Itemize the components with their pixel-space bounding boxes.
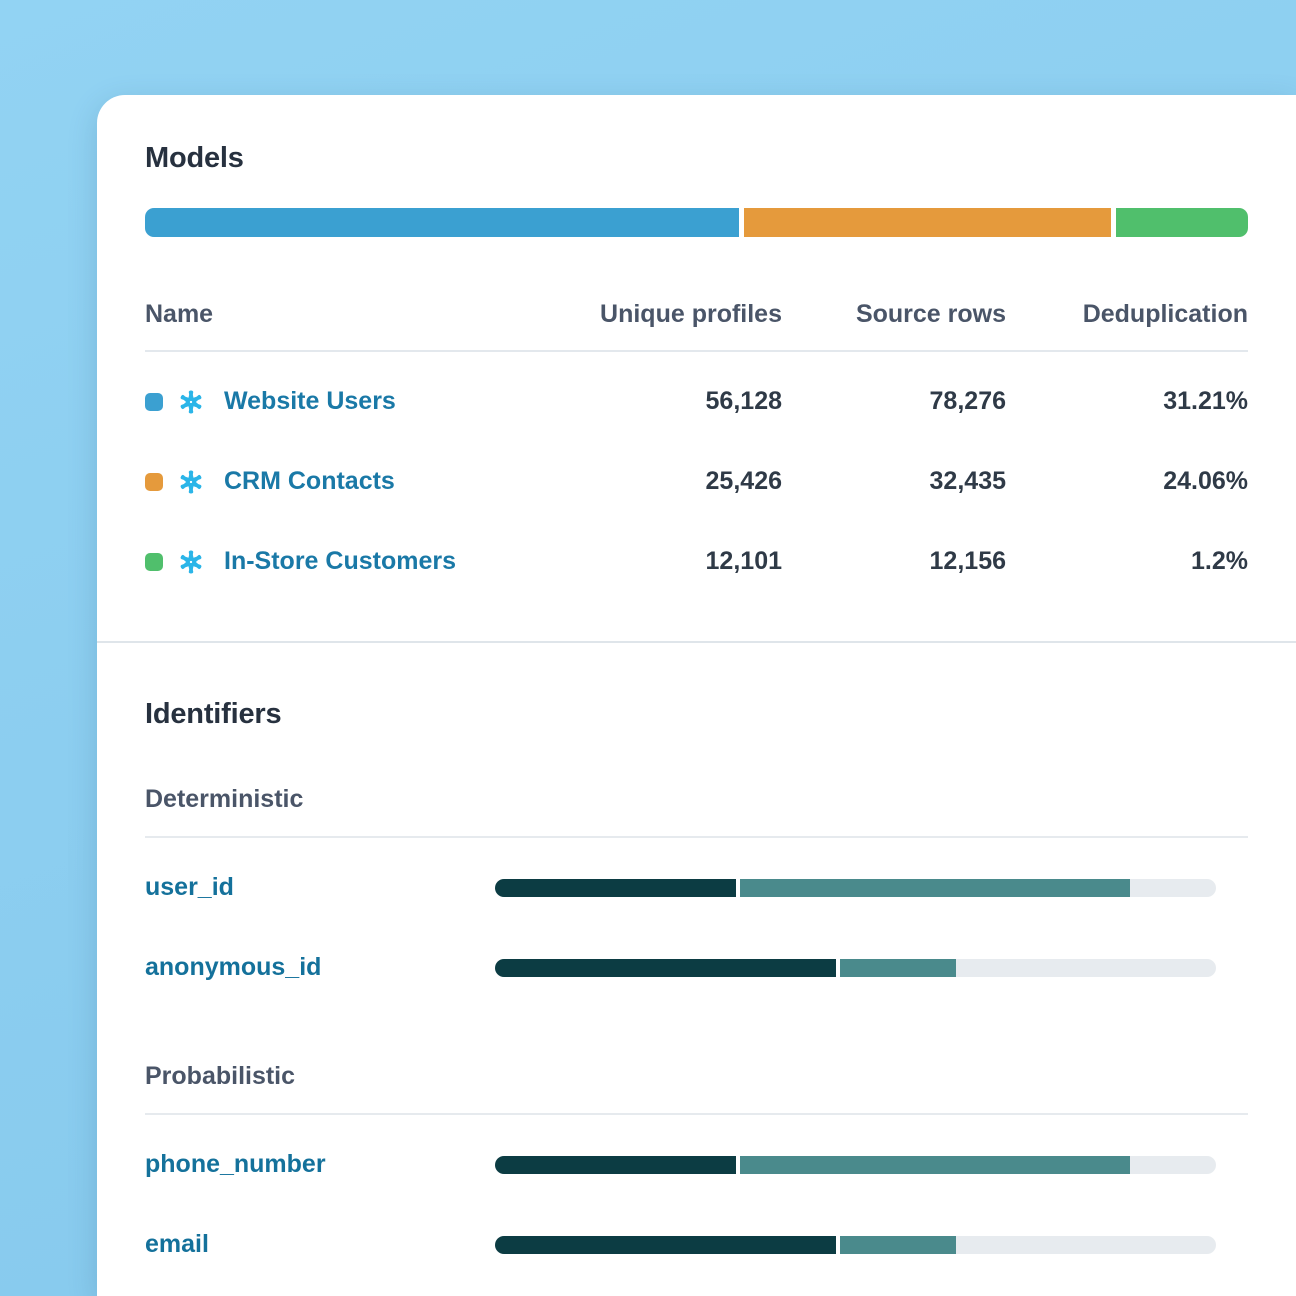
- identifier-group-label: Probabilistic: [145, 1061, 1248, 1091]
- models-section: Models Name Unique profiles Source rows …: [145, 143, 1248, 602]
- identifier-group: Probabilistic phone_number email: [145, 1061, 1248, 1285]
- column-header-unique-profiles: Unique profiles: [558, 299, 782, 329]
- unique-profiles-value: 25,426: [558, 467, 782, 496]
- identifier-name-link[interactable]: email: [145, 1230, 495, 1259]
- unique-profiles-value: 12,101: [558, 547, 782, 576]
- deduplication-value: 24.06%: [1006, 467, 1248, 496]
- identifier-group-items: phone_number email: [145, 1125, 1248, 1285]
- coverage-segment: [740, 879, 1129, 897]
- identifier-coverage-bar: [495, 879, 1216, 897]
- coverage-segment: [840, 959, 956, 977]
- model-name-link[interactable]: In-Store Customers: [224, 547, 456, 576]
- model-table-row: CRM Contacts 25,426 32,435 24.06%: [145, 442, 1248, 522]
- identifier-row: email: [145, 1205, 1248, 1285]
- model-color-swatch: [145, 473, 163, 491]
- identifiers-title: Identifiers: [145, 699, 1248, 731]
- identifier-coverage-bar: [495, 1236, 1216, 1254]
- deduplication-value: 1.2%: [1006, 547, 1248, 576]
- model-name-cell: In-Store Customers: [145, 547, 558, 576]
- section-divider: [97, 641, 1296, 643]
- identifier-group-divider: [145, 836, 1248, 838]
- identifier-group-items: user_id anonymous_id: [145, 848, 1248, 1008]
- source-rows-value: 12,156: [782, 547, 1006, 576]
- identifier-row: anonymous_id: [145, 928, 1248, 1008]
- identifier-group-label: Deterministic: [145, 784, 1248, 814]
- identifier-row: user_id: [145, 848, 1248, 928]
- coverage-segment: [495, 959, 836, 977]
- coverage-segment: [1130, 879, 1216, 897]
- model-color-swatch: [145, 393, 163, 411]
- identifiers-section: Identifiers Deterministic user_id anonym…: [145, 699, 1248, 1285]
- coverage-segment: [495, 1156, 736, 1174]
- identifier-row: phone_number: [145, 1125, 1248, 1205]
- coverage-segment: [495, 1236, 836, 1254]
- source-rows-value: 32,435: [782, 467, 1006, 496]
- model-name-cell: CRM Contacts: [145, 467, 558, 496]
- identifier-group: Deterministic user_id anonymous_id: [145, 784, 1248, 1008]
- coverage-segment: [840, 1236, 956, 1254]
- model-name-link[interactable]: CRM Contacts: [224, 467, 395, 496]
- profiles-overview-card: Models Name Unique profiles Source rows …: [97, 95, 1296, 1296]
- models-title: Models: [145, 143, 1248, 175]
- coverage-segment: [1130, 1156, 1216, 1174]
- snowflake-icon: [177, 388, 205, 416]
- distribution-segment: [744, 208, 1110, 237]
- coverage-segment: [956, 959, 1216, 977]
- distribution-segment: [145, 208, 739, 237]
- model-table-row: Website Users 56,128 78,276 31.21%: [145, 362, 1248, 442]
- column-header-source-rows: Source rows: [782, 299, 1006, 329]
- model-color-swatch: [145, 553, 163, 571]
- unique-profiles-value: 56,128: [558, 387, 782, 416]
- coverage-segment: [495, 879, 736, 897]
- coverage-segment: [956, 1236, 1216, 1254]
- identifier-groups: Deterministic user_id anonymous_id Proba…: [145, 784, 1248, 1285]
- snowflake-icon: [177, 468, 205, 496]
- coverage-segment: [740, 1156, 1129, 1174]
- models-table: Name Unique profiles Source rows Dedupli…: [145, 299, 1248, 602]
- column-header-deduplication: Deduplication: [1006, 299, 1248, 329]
- models-table-body: Website Users 56,128 78,276 31.21%: [145, 362, 1248, 602]
- identifier-name-link[interactable]: user_id: [145, 873, 495, 902]
- distribution-segment: [1116, 208, 1248, 237]
- model-distribution-bar: [145, 208, 1248, 237]
- snowflake-icon: [177, 548, 205, 576]
- page-background: Models Name Unique profiles Source rows …: [0, 0, 1296, 1296]
- model-table-row: In-Store Customers 12,101 12,156 1.2%: [145, 522, 1248, 602]
- identifier-name-link[interactable]: phone_number: [145, 1150, 495, 1179]
- identifier-group-divider: [145, 1113, 1248, 1115]
- source-rows-value: 78,276: [782, 387, 1006, 416]
- identifier-name-link[interactable]: anonymous_id: [145, 953, 495, 982]
- model-name-cell: Website Users: [145, 387, 558, 416]
- column-header-name: Name: [145, 299, 558, 329]
- model-name-link[interactable]: Website Users: [224, 387, 396, 416]
- models-table-header: Name Unique profiles Source rows Dedupli…: [145, 299, 1248, 352]
- identifier-coverage-bar: [495, 1156, 1216, 1174]
- identifier-coverage-bar: [495, 959, 1216, 977]
- deduplication-value: 31.21%: [1006, 387, 1248, 416]
